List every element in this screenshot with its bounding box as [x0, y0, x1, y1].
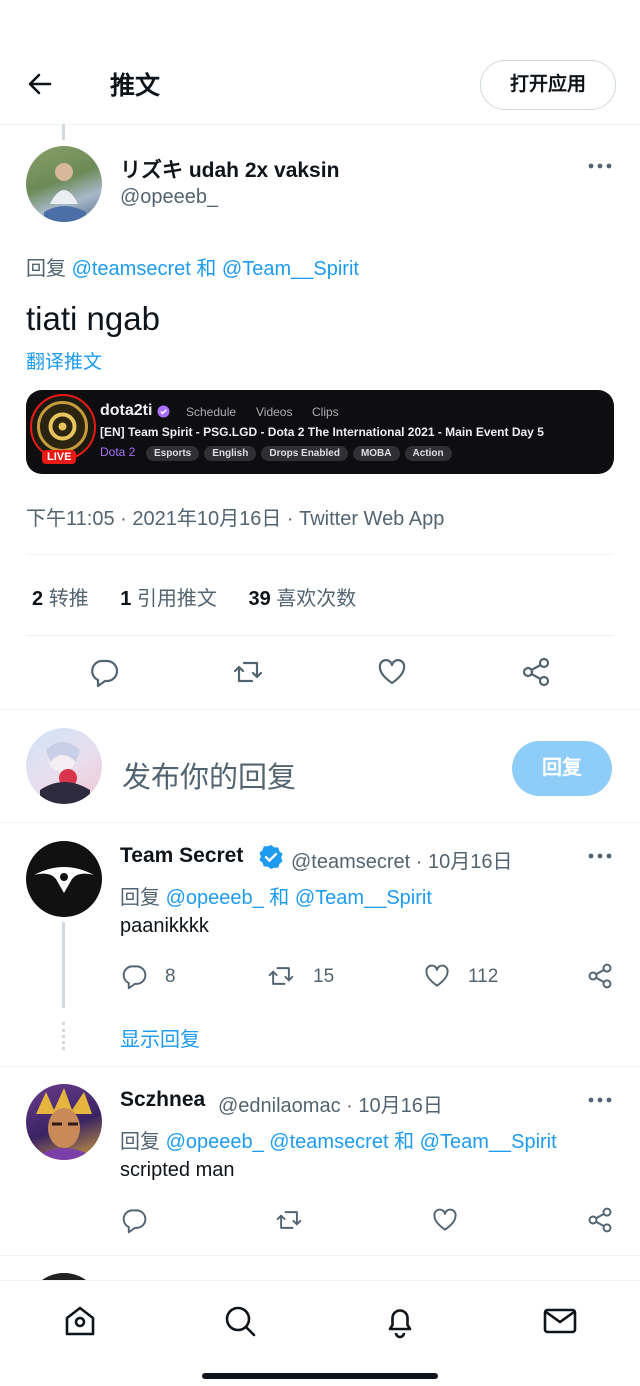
- reply-author-name[interactable]: Sczhnea: [120, 1088, 205, 1112]
- mention-link[interactable]: @Team__Spirit: [222, 258, 359, 280]
- reply-context: 回复 @teamsecret 和 @Team__Spirit: [26, 252, 359, 281]
- reply-and: 和: [269, 887, 290, 909]
- divider: [26, 635, 614, 636]
- retweet-icon[interactable]: [232, 656, 264, 688]
- like-heart-icon: [422, 962, 452, 990]
- game-label: Dota 2: [100, 445, 136, 459]
- author-display-name[interactable]: リズキ udah 2x vaksin: [120, 154, 339, 184]
- reply-icon[interactable]: [120, 1206, 148, 1234]
- translate-link[interactable]: 翻译推文: [26, 347, 102, 374]
- reply-author-handle[interactable]: @teamsecret: [291, 851, 410, 873]
- bottom-nav: [0, 1280, 640, 1386]
- like-heart-icon[interactable]: [376, 656, 408, 688]
- tweet-timestamp[interactable]: 下午11:05 · 2021年10月16日 · Twitter Web App: [26, 502, 444, 531]
- stream-tag: MOBA: [352, 446, 400, 461]
- reply-author-avatar[interactable]: [26, 841, 102, 917]
- dotted-thread-line: [62, 1022, 65, 1050]
- embed-nav-clips: Clips: [312, 405, 339, 419]
- page-title: 推文: [110, 72, 161, 100]
- bell-icon[interactable]: [382, 1303, 418, 1339]
- header-bar: 推文 打开应用: [0, 0, 640, 124]
- retweets-stat[interactable]: 2 转推: [32, 588, 89, 610]
- quotes-stat[interactable]: 1 引用推文: [120, 588, 217, 610]
- reply-count: 8: [165, 966, 176, 987]
- author-handle[interactable]: @opeeeb_: [120, 186, 218, 209]
- divider: [0, 1255, 640, 1256]
- reply-and: 和: [394, 1131, 415, 1153]
- open-app-button[interactable]: 打开应用: [480, 60, 616, 110]
- divider: [0, 822, 640, 823]
- stream-tag: Drops Enabled: [261, 446, 348, 461]
- reply-author-meta: @teamsecret · 10月16日: [291, 845, 513, 874]
- stream-tag: English: [204, 446, 257, 461]
- show-replies-link[interactable]: 显示回复: [120, 1023, 200, 1052]
- mention-link[interactable]: @Team__Spirit: [420, 1131, 557, 1153]
- stream-tag: Action: [404, 446, 452, 461]
- mention-link[interactable]: @teamsecret: [72, 258, 191, 280]
- reply-date[interactable]: · 10月16日: [346, 1095, 443, 1117]
- author-avatar[interactable]: [26, 146, 102, 222]
- search-icon[interactable]: [222, 1303, 258, 1339]
- more-options-icon[interactable]: [586, 1090, 614, 1110]
- share-icon[interactable]: [520, 656, 552, 688]
- reply-prefix: 回复: [26, 258, 66, 280]
- stream-tags: Esports English Drops Enabled MOBA Action: [146, 443, 457, 461]
- like-count: 112: [468, 966, 499, 987]
- stream-tag: Esports: [146, 446, 200, 461]
- live-badge: LIVE: [42, 450, 77, 464]
- home-icon[interactable]: [62, 1303, 98, 1339]
- retweet-icon[interactable]: [274, 1206, 304, 1234]
- my-avatar: [26, 728, 102, 804]
- reply-author-avatar[interactable]: [26, 1084, 102, 1160]
- reply-author-meta: @ednilaomac · 10月16日: [218, 1089, 443, 1118]
- stream-embed-card[interactable]: LIVE dota2ti Schedule Videos Clips [EN] …: [26, 390, 614, 474]
- reply-text: paanikkkk: [120, 915, 209, 937]
- back-arrow-icon[interactable]: [26, 70, 54, 98]
- mail-icon[interactable]: [542, 1303, 578, 1339]
- like-heart-icon[interactable]: [430, 1206, 460, 1234]
- reply-thread-line: [62, 922, 65, 1008]
- thread-line: [62, 124, 65, 140]
- reply-prefix: 回复: [120, 887, 160, 909]
- reply-icon: [120, 962, 148, 990]
- tweet-text: tiati ngab: [26, 300, 160, 337]
- more-options-icon[interactable]: [586, 846, 614, 866]
- reply-author-name[interactable]: Team Secret: [120, 844, 243, 868]
- more-options-icon[interactable]: [586, 156, 614, 176]
- divider: [0, 709, 640, 710]
- channel-name: dota2ti: [100, 402, 153, 419]
- reply-icon[interactable]: [88, 656, 120, 688]
- reply-context: 回复 @opeeeb_ @teamsecret 和 @Team__Spirit: [120, 1125, 557, 1154]
- reply-author-handle[interactable]: @ednilaomac: [218, 1095, 341, 1117]
- reply-prefix: 回复: [120, 1131, 160, 1153]
- retweet-count: 15: [313, 966, 335, 987]
- reply-and: 和: [196, 258, 217, 280]
- likes-stat[interactable]: 39 喜欢次数: [249, 588, 357, 610]
- mention-link[interactable]: @teamsecret: [269, 1131, 388, 1153]
- verified-partner-icon: [157, 405, 170, 418]
- compose-reply-input[interactable]: 发布你的回复: [122, 754, 296, 796]
- embed-nav-schedule: Schedule: [186, 405, 237, 419]
- divider: [26, 554, 614, 555]
- compose-reply-button[interactable]: 回复: [512, 741, 612, 796]
- reply-text: scripted man: [120, 1159, 235, 1181]
- retweet-icon: [266, 962, 296, 990]
- mention-link[interactable]: @opeeeb_: [166, 1131, 264, 1153]
- share-icon[interactable]: [586, 962, 614, 990]
- reply-date[interactable]: · 10月16日: [416, 851, 513, 873]
- divider: [0, 124, 640, 125]
- mention-link[interactable]: @Team__Spirit: [295, 887, 432, 909]
- embed-nav-videos: Videos: [256, 405, 293, 419]
- stream-title: [EN] Team Spirit - PSG.LGD - Dota 2 The …: [100, 425, 544, 439]
- home-indicator: [202, 1373, 438, 1379]
- divider: [0, 1066, 640, 1067]
- tweet-stats: 2 转推 1 引用推文 39 喜欢次数: [32, 582, 356, 611]
- share-icon[interactable]: [586, 1206, 614, 1234]
- mention-link[interactable]: @opeeeb_: [166, 887, 264, 909]
- verified-badge-icon: [258, 844, 284, 870]
- reply-context: 回复 @opeeeb_ 和 @Team__Spirit: [120, 881, 432, 910]
